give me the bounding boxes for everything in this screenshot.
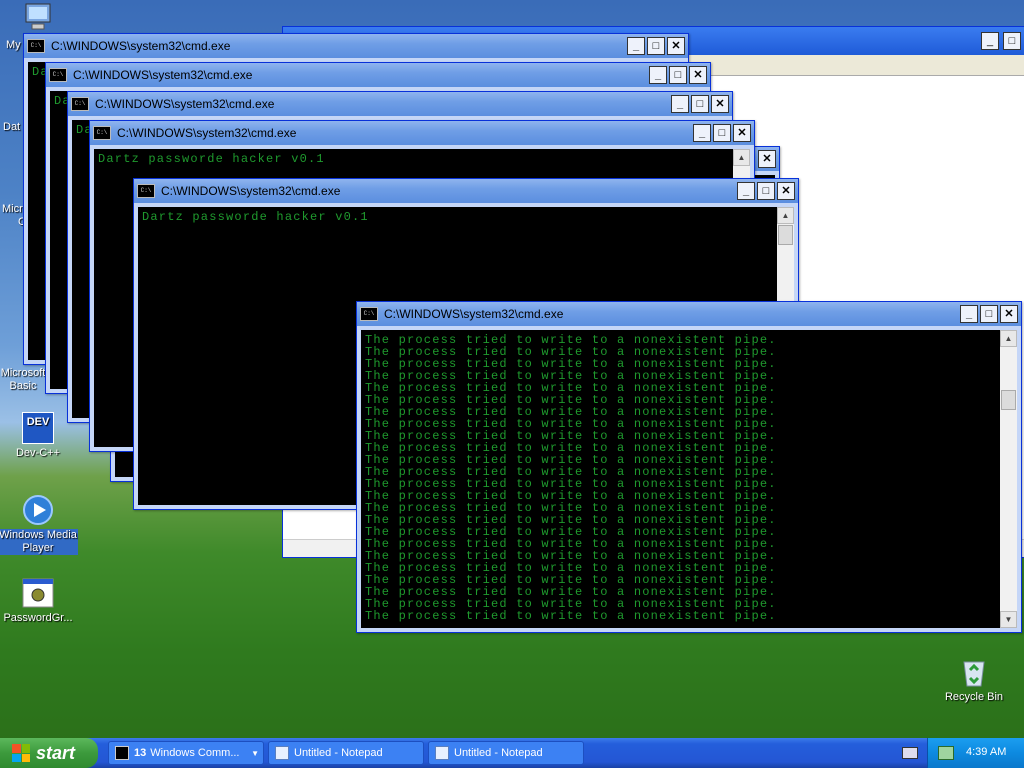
cmd-icon: [115, 746, 129, 760]
start-button[interactable]: start: [0, 738, 98, 768]
keyboard-icon[interactable]: [902, 747, 918, 759]
desktop-icon-recycle-bin[interactable]: Recycle Bin: [934, 656, 1014, 704]
taskbar-button-notepad-1[interactable]: Untitled - Notepad: [268, 741, 424, 765]
titlebar[interactable]: C:\ C:\WINDOWS\system32\cmd.exe _ □ ✕: [357, 302, 1021, 326]
maximize-button[interactable]: □: [647, 37, 665, 55]
taskbar-button-cmd-group[interactable]: 13 Windows Comm... ▼: [108, 741, 264, 765]
scroll-thumb[interactable]: [778, 225, 793, 245]
icon-label: Windows Media: [0, 529, 78, 542]
maximize-button[interactable]: □: [980, 305, 998, 323]
titlebar[interactable]: C:\ C:\WINDOWS\system32\cmd.exe _ □ ✕: [68, 92, 732, 116]
minimize-button[interactable]: _: [960, 305, 978, 323]
desktop-icon-microsoft-basic[interactable]: Microsoft Basic: [0, 367, 46, 393]
minimize-button[interactable]: _: [649, 66, 667, 84]
console-line: The process tried to write to a nonexist…: [365, 609, 777, 623]
program-icon: [22, 577, 54, 609]
scroll-thumb[interactable]: [1001, 390, 1016, 410]
window-title: C:\WINDOWS\system32\cmd.exe: [73, 68, 253, 82]
close-button[interactable]: ✕: [1000, 305, 1018, 323]
scroll-up-arrow-icon[interactable]: ▲: [777, 207, 794, 224]
titlebar[interactable]: C:\ C:\WINDOWS\system32\cmd.exe _ □ ✕: [24, 34, 688, 58]
desktop-icon-windows-media-player[interactable]: Windows Media Player: [0, 494, 78, 555]
console-text: The process tried to write to a nonexist…: [361, 330, 1017, 622]
maximize-button[interactable]: □: [757, 182, 775, 200]
notepad-icon: [435, 746, 449, 760]
minimize-button[interactable]: _: [671, 95, 689, 113]
desktop-label-my: My: [6, 39, 21, 51]
icon-label: Microsoft: [0, 367, 46, 379]
my-computer-icon[interactable]: [22, 2, 54, 32]
cmd-icon: C:\: [93, 126, 111, 140]
minimize-button[interactable]: _: [693, 124, 711, 142]
titlebar[interactable]: C:\ C:\WINDOWS\system32\cmd.exe _ □ ✕: [134, 179, 798, 203]
network-icon[interactable]: [938, 746, 954, 760]
taskbar-button-notepad-2[interactable]: Untitled - Notepad: [428, 741, 584, 765]
cmd-icon: C:\: [49, 68, 67, 82]
desktop-icon-passwordgr[interactable]: PasswordGr...: [0, 577, 78, 625]
scrollbar[interactable]: ▲ ▼: [1000, 330, 1017, 628]
close-button[interactable]: ✕: [758, 150, 776, 168]
scroll-down-arrow-icon[interactable]: ▼: [1000, 611, 1017, 628]
console-output[interactable]: The process tried to write to a nonexist…: [361, 330, 1017, 628]
window-title: C:\WINDOWS\system32\cmd.exe: [384, 307, 564, 321]
cmd-icon: C:\: [137, 184, 155, 198]
icon-label: Basic: [9, 380, 37, 392]
maximize-button[interactable]: □: [669, 66, 687, 84]
close-button[interactable]: ✕: [733, 124, 751, 142]
notepad-icon: [275, 746, 289, 760]
maximize-button[interactable]: □: [691, 95, 709, 113]
taskbar: start 13 Windows Comm... ▼ Untitled - No…: [0, 738, 1024, 768]
system-tray: 4:39 AM: [927, 738, 1024, 768]
window-title: C:\WINDOWS\system32\cmd.exe: [95, 97, 275, 111]
windows-flag-icon: [12, 744, 30, 762]
minimize-button[interactable]: _: [627, 37, 645, 55]
cmd-icon: C:\: [27, 39, 45, 53]
console-text: Dartz passworde hacker v0.1: [98, 152, 325, 166]
taskbar-button-label: Untitled - Notepad: [294, 747, 383, 759]
console-text: Dartz passworde hacker v0.1: [142, 210, 369, 224]
taskbar-button-label: Untitled - Notepad: [454, 747, 543, 759]
devcpp-icon: DEV: [22, 412, 54, 444]
media-player-icon: [22, 494, 54, 526]
recycle-bin-icon: [958, 656, 990, 688]
desktop-label-dat: Dat: [3, 121, 21, 133]
close-button[interactable]: ✕: [777, 182, 795, 200]
scroll-up-arrow-icon[interactable]: ▲: [1000, 330, 1017, 347]
icon-label: Dev-C++: [15, 447, 61, 459]
titlebar[interactable]: C:\ C:\WINDOWS\system32\cmd.exe _ □ ✕: [46, 63, 710, 87]
group-count: 13: [134, 747, 147, 759]
icon-label: Player: [0, 542, 78, 555]
cmd-window-active[interactable]: C:\ C:\WINDOWS\system32\cmd.exe _ □ ✕ Th…: [356, 301, 1022, 633]
cmd-icon: C:\: [360, 307, 378, 321]
scroll-up-arrow-icon[interactable]: ▲: [733, 149, 750, 166]
clock[interactable]: 4:39 AM: [966, 746, 1006, 758]
taskbar-button-label: Windows Comm...: [150, 747, 240, 759]
maximize-button[interactable]: □: [713, 124, 731, 142]
cmd-icon: C:\: [71, 97, 89, 111]
chevron-down-icon: ▼: [251, 748, 259, 758]
notepad-minimize-button[interactable]: _: [981, 32, 999, 50]
window-title: C:\WINDOWS\system32\cmd.exe: [117, 126, 297, 140]
close-button[interactable]: ✕: [667, 37, 685, 55]
icon-label: PasswordGr...: [3, 612, 73, 624]
minimize-button[interactable]: _: [737, 182, 755, 200]
close-button[interactable]: ✕: [711, 95, 729, 113]
window-title: C:\WINDOWS\system32\cmd.exe: [161, 184, 341, 198]
close-button[interactable]: ✕: [689, 66, 707, 84]
window-title: C:\WINDOWS\system32\cmd.exe: [51, 39, 231, 53]
notepad-maximize-button[interactable]: □: [1003, 32, 1021, 50]
start-label: start: [36, 742, 76, 763]
icon-label: Recycle Bin: [944, 691, 1004, 703]
titlebar[interactable]: C:\ C:\WINDOWS\system32\cmd.exe _ □ ✕: [90, 121, 754, 145]
